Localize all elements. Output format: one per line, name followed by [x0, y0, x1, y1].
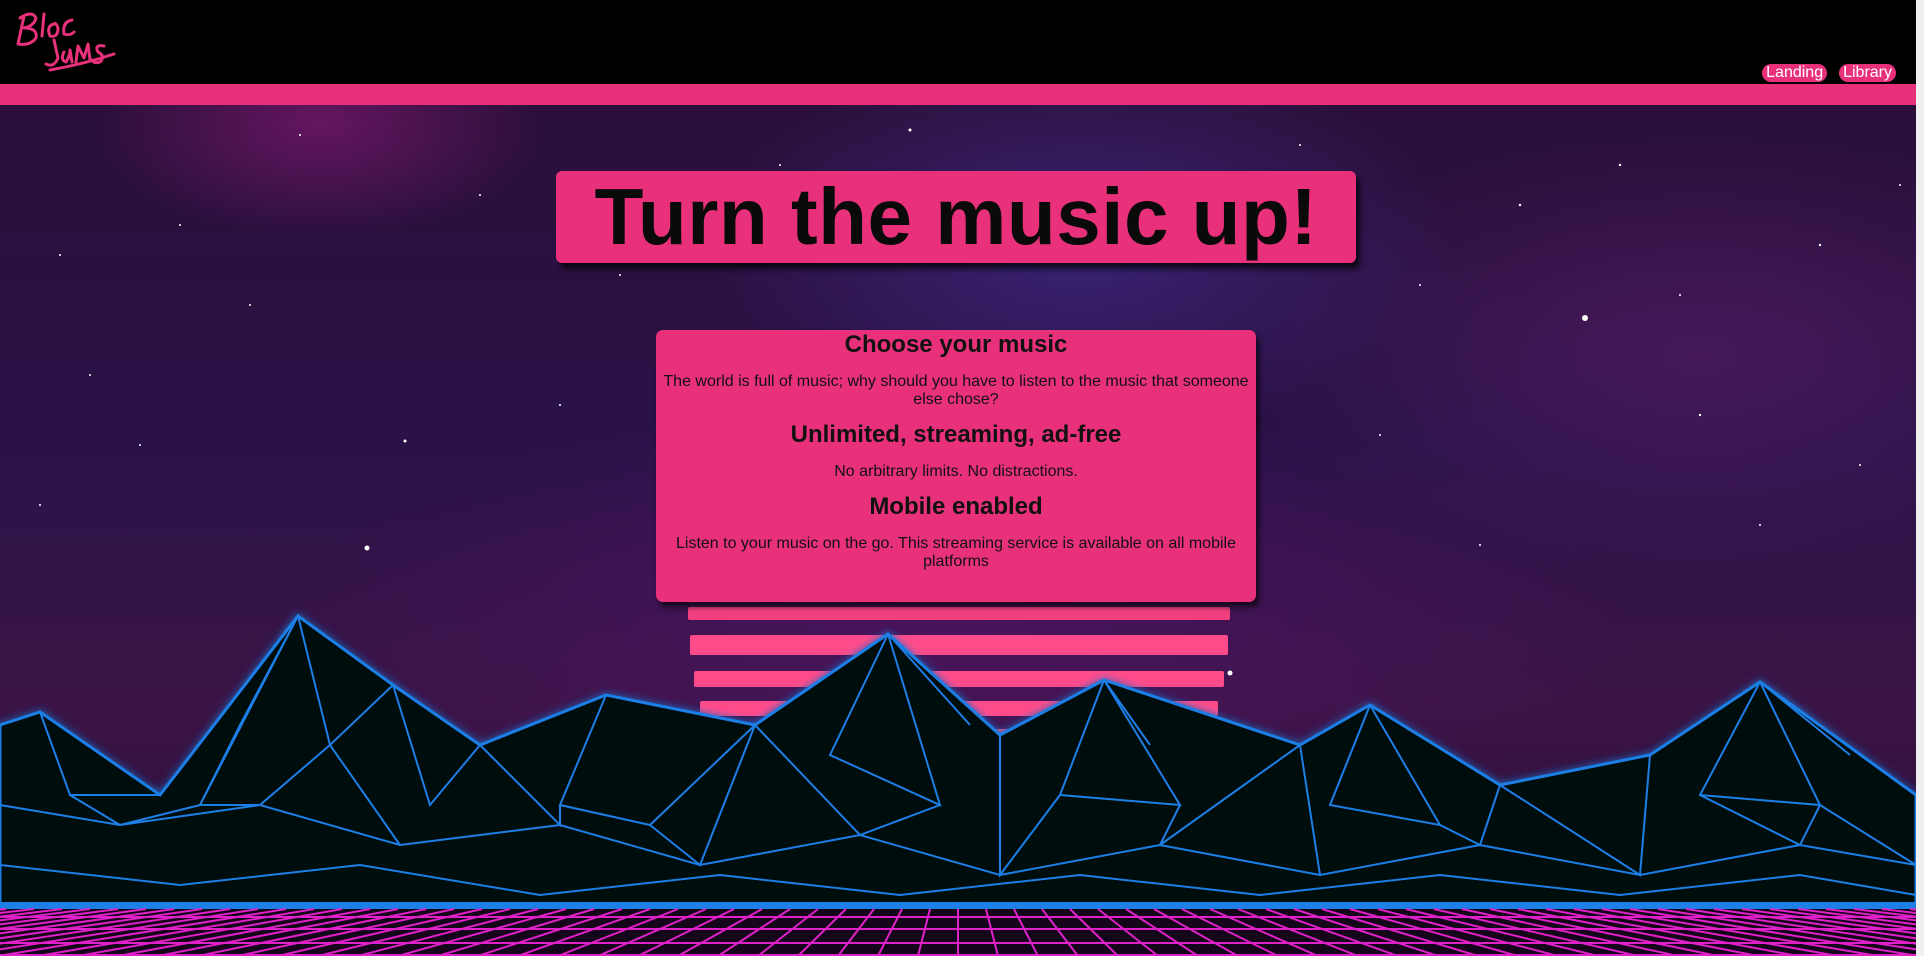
- selling-points-panel: Choose your music The world is full of m…: [656, 330, 1256, 602]
- selling-point-title: Mobile enabled: [869, 493, 1043, 520]
- page-scrollbar[interactable]: [1916, 0, 1924, 956]
- top-navbar: Landing Library: [0, 0, 1924, 84]
- nav-link-library[interactable]: Library: [1839, 64, 1896, 82]
- wireframe-mountains: [0, 613, 1916, 906]
- bloc-jams-logo[interactable]: [14, 6, 118, 76]
- selling-point-title: Choose your music: [844, 331, 1068, 358]
- selling-point-description: The world is full of music; why should y…: [663, 373, 1249, 408]
- nav-link-landing[interactable]: Landing: [1762, 64, 1828, 82]
- hero-title: Turn the music up!: [594, 172, 1318, 261]
- main-nav: Landing Library: [1762, 64, 1896, 82]
- horizon-line: [0, 902, 1916, 909]
- selling-point-description: No arbitrary limits. No distractions.: [834, 463, 1078, 480]
- header-accent-bar: [0, 84, 1916, 105]
- selling-point: Unlimited, streaming, ad-free No arbitra…: [656, 421, 1256, 481]
- landing-page: Landing Library Turn the music up! Choos…: [0, 0, 1924, 956]
- neon-grid-floor: [0, 908, 1916, 956]
- hero-banner: Turn the music up!: [556, 171, 1356, 263]
- selling-point-description: Listen to your music on the go. This str…: [676, 535, 1236, 570]
- selling-point: Mobile enabled Listen to your music on t…: [656, 493, 1256, 571]
- selling-point-title: Unlimited, streaming, ad-free: [790, 421, 1122, 448]
- selling-point: Choose your music The world is full of m…: [656, 330, 1256, 409]
